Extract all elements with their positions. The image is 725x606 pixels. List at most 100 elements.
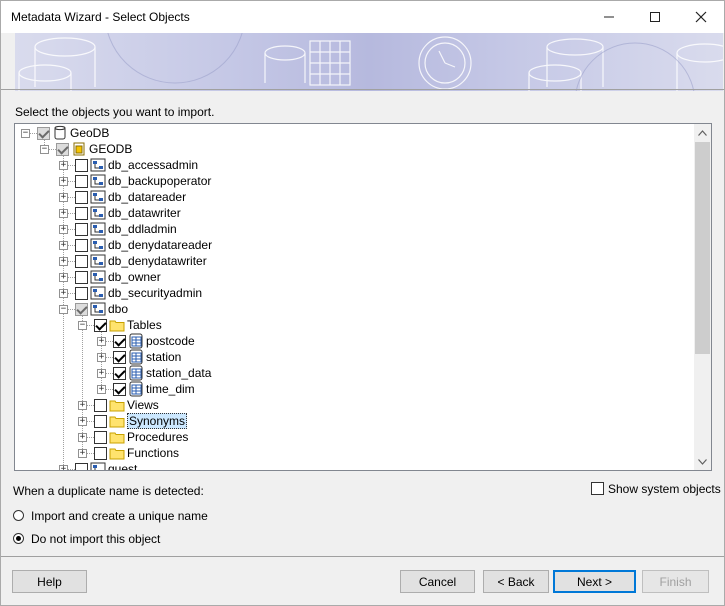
tree-node-label[interactable]: db_backupoperator (108, 174, 211, 188)
tree-checkbox[interactable] (75, 239, 88, 252)
tree-node[interactable]: + Views (15, 397, 675, 413)
tree-node-label[interactable]: Tables (127, 318, 162, 332)
checkbox[interactable] (591, 482, 604, 495)
tree-node[interactable]: + db_accessadmin (15, 157, 675, 173)
tree-node-label[interactable]: dbo (108, 302, 128, 316)
expand-icon[interactable]: + (59, 257, 68, 266)
scroll-thumb[interactable] (695, 142, 710, 354)
tree-node-label[interactable]: Procedures (127, 430, 188, 444)
tree-node[interactable]: − GEODB (15, 141, 675, 157)
tree-node-label[interactable]: guest (108, 462, 137, 470)
tree-node[interactable]: + guest (15, 461, 675, 470)
tree-checkbox[interactable] (113, 335, 126, 348)
radio-button[interactable] (13, 533, 24, 544)
tree-checkbox[interactable] (94, 399, 107, 412)
tree-node[interactable]: + db_datawriter (15, 205, 675, 221)
tree-checkbox[interactable] (75, 175, 88, 188)
expand-icon[interactable]: + (59, 209, 68, 218)
tree-node[interactable]: + db_owner (15, 269, 675, 285)
expand-icon[interactable]: + (97, 369, 106, 378)
tree-node[interactable]: + db_backupoperator (15, 173, 675, 189)
expand-icon[interactable]: + (59, 161, 68, 170)
collapse-icon[interactable]: − (59, 305, 68, 314)
back-button[interactable]: < Back (483, 570, 549, 593)
tree-node-label[interactable]: db_securityadmin (108, 286, 202, 300)
tree-node[interactable]: + Procedures (15, 429, 675, 445)
expand-icon[interactable]: + (59, 225, 68, 234)
expand-icon[interactable]: + (59, 273, 68, 282)
tree-checkbox[interactable] (75, 191, 88, 204)
tree-checkbox[interactable] (113, 367, 126, 380)
tree-vertical-scrollbar[interactable] (694, 124, 711, 470)
tree-checkbox[interactable] (94, 319, 107, 332)
tree-node[interactable]: − dbo (15, 301, 675, 317)
tree-checkbox[interactable] (75, 159, 88, 172)
tree-checkbox[interactable] (94, 431, 107, 444)
tree-node[interactable]: + db_ddladmin (15, 221, 675, 237)
tree-checkbox[interactable] (37, 127, 50, 140)
radio-button[interactable] (13, 510, 24, 521)
tree-checkbox[interactable] (94, 447, 107, 460)
expand-icon[interactable]: + (78, 401, 87, 410)
tree-checkbox[interactable] (75, 271, 88, 284)
tree-checkbox[interactable] (75, 223, 88, 236)
tree-node[interactable]: + Functions (15, 445, 675, 461)
expand-icon[interactable]: + (97, 385, 106, 394)
tree-checkbox[interactable] (113, 351, 126, 364)
tree-checkbox[interactable] (75, 463, 88, 470)
maximize-button[interactable] (632, 1, 678, 33)
tree-checkbox[interactable] (75, 303, 88, 316)
tree-node-label[interactable]: station_data (146, 366, 211, 380)
tree-node[interactable]: − GeoDB (15, 125, 675, 141)
tree-node-label[interactable]: db_ddladmin (108, 222, 177, 236)
next-button[interactable]: Next > (553, 570, 636, 593)
tree-node[interactable]: + Synonyms (15, 413, 675, 429)
tree-node[interactable]: + postcode (15, 333, 675, 349)
tree-node-label[interactable]: db_denydatawriter (108, 254, 207, 268)
tree-node[interactable]: + db_denydatawriter (15, 253, 675, 269)
tree-node-label[interactable]: Synonyms (127, 413, 188, 429)
close-button[interactable] (678, 1, 724, 33)
tree-node-label[interactable]: GEODB (89, 142, 132, 156)
expand-icon[interactable]: + (59, 177, 68, 186)
tree-checkbox[interactable] (94, 415, 107, 428)
tree-checkbox[interactable] (113, 383, 126, 396)
expand-icon[interactable]: + (78, 417, 87, 426)
tree-node[interactable]: − Tables (15, 317, 675, 333)
help-button[interactable]: Help (12, 570, 87, 593)
tree-node-label[interactable]: Functions (127, 446, 179, 460)
collapse-icon[interactable]: − (40, 145, 49, 154)
expand-icon[interactable]: + (97, 353, 106, 362)
expand-icon[interactable]: + (97, 337, 106, 346)
tree-node-label[interactable]: db_datareader (108, 190, 186, 204)
collapse-icon[interactable]: − (21, 129, 30, 138)
tree-node[interactable]: + station (15, 349, 675, 365)
tree-node-label[interactable]: Views (127, 398, 159, 412)
tree-checkbox[interactable] (56, 143, 69, 156)
tree-checkbox[interactable] (75, 255, 88, 268)
minimize-button[interactable] (586, 1, 632, 33)
tree-node-label[interactable]: db_denydatareader (108, 238, 212, 252)
expand-icon[interactable]: + (59, 241, 68, 250)
scroll-up-icon[interactable] (694, 124, 711, 141)
tree-node[interactable]: + station_data (15, 365, 675, 381)
expand-icon[interactable]: + (59, 193, 68, 202)
tree-checkbox[interactable] (75, 287, 88, 300)
scroll-down-icon[interactable] (694, 453, 711, 470)
expand-icon[interactable]: + (78, 449, 87, 458)
tree-node[interactable]: + time_dim (15, 381, 675, 397)
tree-node-label[interactable]: postcode (146, 334, 195, 348)
tree-checkbox[interactable] (75, 207, 88, 220)
tree-node-label[interactable]: db_datawriter (108, 206, 181, 220)
expand-icon[interactable]: + (59, 465, 68, 470)
collapse-icon[interactable]: − (78, 321, 87, 330)
object-tree[interactable]: − GeoDB − GEODB + db_accessadmin + db_backupope… (14, 123, 712, 471)
tree-node-label[interactable]: GeoDB (70, 126, 109, 140)
tree-node-label[interactable]: station (146, 350, 181, 364)
expand-icon[interactable]: + (78, 433, 87, 442)
tree-node-label[interactable]: time_dim (146, 382, 195, 396)
expand-icon[interactable]: + (59, 289, 68, 298)
tree-node-label[interactable]: db_owner (108, 270, 161, 284)
finish-button[interactable]: Finish (642, 570, 709, 593)
tree-node[interactable]: + db_securityadmin (15, 285, 675, 301)
